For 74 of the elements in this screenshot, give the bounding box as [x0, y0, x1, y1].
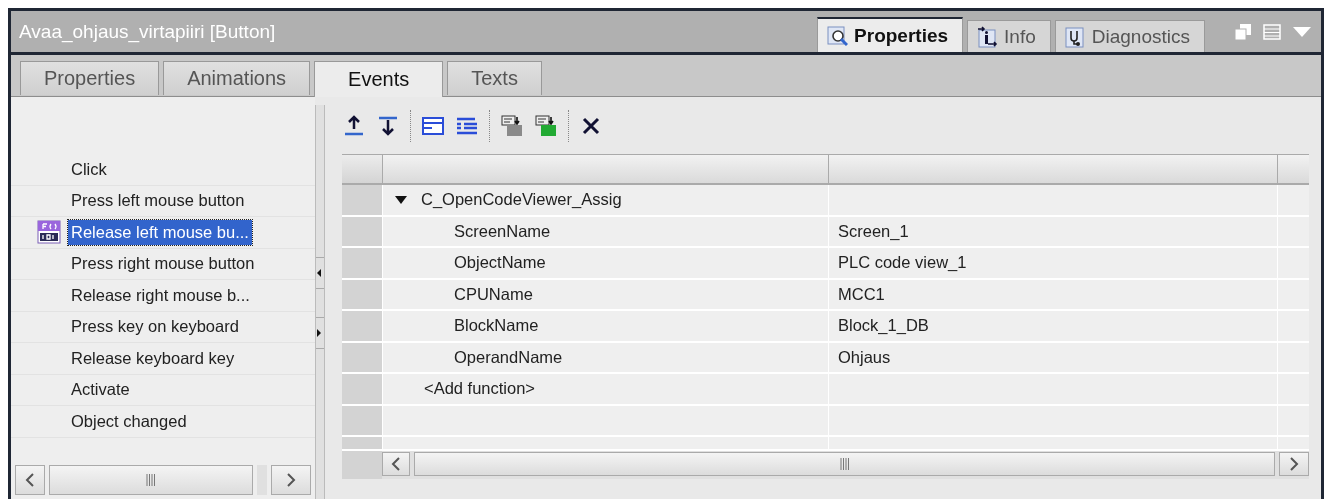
table-row[interactable]: C_OpenCodeViewer_Assig — [342, 185, 1309, 217]
add-function-link[interactable]: <Add function> — [424, 379, 535, 399]
parameter-value[interactable]: PLC code view_1 — [838, 253, 967, 273]
collapse-left-button[interactable] — [316, 257, 324, 289]
script-document-icon[interactable] — [534, 113, 558, 138]
scroll-thumb[interactable] — [49, 465, 253, 495]
chevron-left-icon — [25, 473, 35, 487]
table-row[interactable]: ObjectName PLC code view_1 — [342, 248, 1309, 280]
parameter-value[interactable]: Block_1_DB — [838, 316, 929, 336]
arrow-up-icon[interactable] — [342, 113, 366, 138]
table-row[interactable] — [342, 405, 1309, 437]
info-icon — [976, 25, 999, 48]
table-row[interactable]: <Add function> — [342, 374, 1309, 406]
scroll-left-button[interactable] — [382, 452, 410, 476]
table-row[interactable]: CPUName MCC1 — [342, 279, 1309, 311]
event-item[interactable]: Release keyboard key — [68, 345, 238, 371]
function-name[interactable]: C_OpenCodeViewer_Assig — [421, 190, 622, 210]
grip-icon — [146, 474, 156, 486]
row-header-cell[interactable] — [342, 311, 382, 341]
scroll-right-button[interactable] — [1279, 452, 1309, 476]
row-header-cell[interactable] — [342, 405, 382, 435]
event-item[interactable]: Press right mouse button — [68, 251, 258, 277]
parameter-value[interactable]: Screen_1 — [838, 221, 909, 241]
row-header-cell[interactable] — [342, 216, 382, 246]
tab[interactable]: Animations — [163, 61, 311, 95]
table-row[interactable]: ScreenName Screen_1 — [342, 216, 1309, 248]
parameter-value[interactable]: MCC1 — [838, 284, 885, 304]
scroll-right-button[interactable] — [271, 465, 311, 495]
dropdown-caret-icon[interactable] — [1293, 25, 1311, 38]
parameter-value[interactable]: Ohjaus — [838, 347, 891, 367]
event-item[interactable]: Activate — [68, 377, 133, 403]
scroll-thumb[interactable] — [414, 452, 1275, 476]
tab[interactable]: Properties — [20, 61, 160, 95]
row-header-cell — [342, 451, 382, 479]
script-document-icon[interactable] — [500, 113, 524, 138]
event-item[interactable]: Click — [68, 156, 110, 182]
list-icon[interactable] — [1263, 23, 1281, 40]
parameter-name: BlockName — [454, 316, 539, 336]
panel-title: Avaa_ohjaus_virtapiiri [Button] — [18, 20, 276, 43]
tab[interactable]: Events — [314, 61, 444, 97]
table-row[interactable]: OperandName Ohjaus — [342, 342, 1309, 374]
parameter-name: ScreenName — [454, 221, 551, 241]
tab[interactable]: Texts — [447, 61, 542, 95]
parameter-name: ObjectName — [454, 253, 546, 273]
row-header-cell[interactable] — [342, 279, 382, 309]
triangle-right-icon — [316, 328, 322, 338]
event-item[interactable]: Release right mouse b... — [68, 282, 253, 308]
triangle-left-icon — [316, 268, 322, 278]
event-item[interactable]: Object changed — [68, 408, 190, 434]
row-header-cell[interactable] — [342, 185, 382, 215]
row-header-cell[interactable] — [342, 248, 382, 278]
grip-icon — [839, 458, 850, 470]
parameter-name: CPUName — [454, 284, 533, 304]
row-header-cell[interactable] — [342, 374, 382, 404]
inspector-tab[interactable]: Diagnostics — [1054, 20, 1205, 52]
row-header-cell[interactable] — [342, 155, 382, 183]
chevron-left-icon — [391, 457, 401, 471]
stethoscope-icon — [1063, 25, 1086, 48]
collapse-arrow-icon[interactable] — [395, 193, 407, 206]
restore-icon[interactable] — [1235, 23, 1251, 40]
table-row[interactable]: BlockName Block_1_DB — [342, 311, 1309, 343]
event-item[interactable]: Press key on keyboard — [68, 314, 242, 340]
magnifier-icon — [826, 24, 849, 47]
event-item[interactable]: Release left mouse bu... — [68, 219, 252, 245]
inspector-tab[interactable]: Info — [967, 20, 1051, 52]
scroll-left-button[interactable] — [15, 465, 45, 495]
event-item[interactable]: Press left mouse button — [68, 188, 248, 214]
chevron-right-icon — [1289, 457, 1299, 471]
row-header-cell[interactable] — [342, 437, 382, 449]
row-header-cell[interactable] — [342, 342, 382, 372]
expand-right-button[interactable] — [316, 317, 324, 349]
inspector-tab[interactable]: Properties — [817, 17, 964, 52]
parameter-name: OperandName — [454, 347, 563, 367]
chevron-right-icon — [286, 473, 296, 487]
